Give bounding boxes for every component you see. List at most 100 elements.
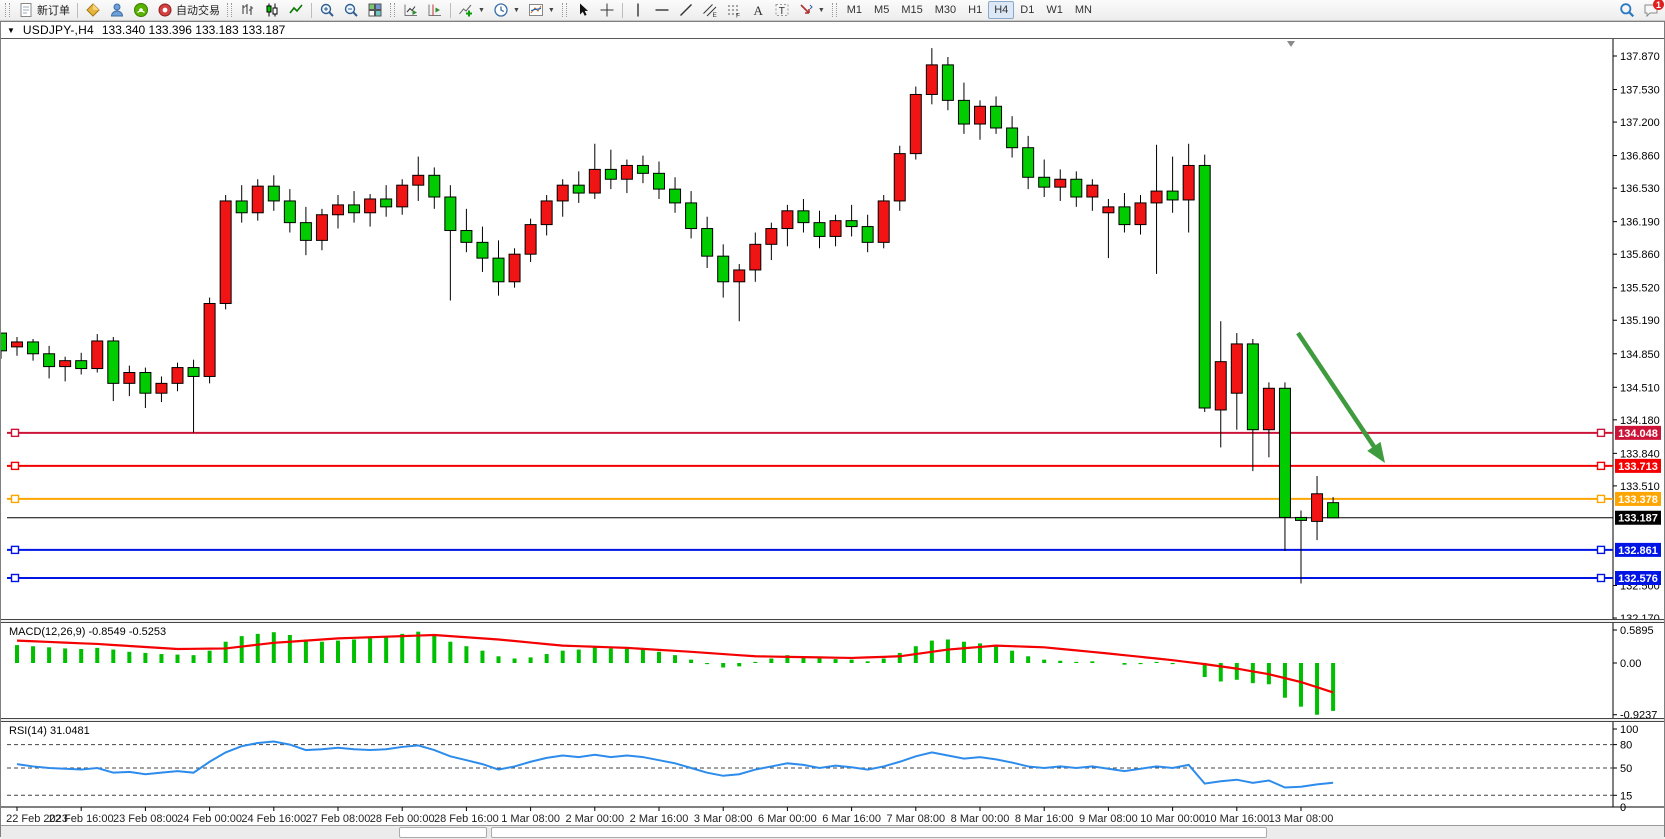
crosshair-button[interactable] [595,0,619,20]
equidistant-channel-button[interactable]: E [698,0,722,20]
candle-body [188,368,199,377]
candlestick-chart-button[interactable] [260,0,284,20]
candle-body [172,368,183,384]
trendline-button[interactable] [674,0,698,20]
status-field-main [491,827,1267,838]
rsi-axis-tick: 100 [1620,724,1638,736]
main-toolbar: 新订单自动交易▼▼▼EFAT▼M1M5M15M30H1H4D1W1MN1 [0,0,1665,21]
bar-chart-button[interactable] [236,0,260,20]
text-label-button[interactable]: T [770,0,794,20]
timeframe-m5[interactable]: M5 [868,1,895,19]
timeframe-m30[interactable]: M30 [929,1,962,19]
chevron-down-icon: ▼ [818,7,825,14]
timeframe-h4[interactable]: H4 [988,1,1014,19]
candle-body [878,201,889,242]
new-order-button[interactable]: 新订单 [14,0,74,20]
candle-body [1247,344,1258,430]
hline-handle[interactable] [1598,495,1605,502]
hline-handle[interactable] [12,495,19,502]
zoom-in-button[interactable] [315,0,339,20]
periods-button[interactable]: ▼ [489,0,524,20]
time-tick-label: 10 Mar 00:00 [1140,813,1205,825]
vertical-line-button[interactable] [626,0,650,20]
navigator-button[interactable] [105,0,129,20]
time-tick-label: 7 Mar 08:00 [886,813,945,825]
candle-body [92,341,103,369]
candle-body [1279,388,1290,517]
crosshair-icon [599,2,615,18]
price-tick-label: 137.200 [1620,117,1660,129]
hline-handle[interactable] [12,462,19,469]
candle-body [413,175,424,185]
notifications-button[interactable]: 1 [1639,0,1663,20]
auto-scroll-button[interactable] [399,0,423,20]
rsi-axis-tick: 0 [1620,802,1626,814]
toolbar-grip[interactable] [5,3,10,17]
hline-handle[interactable] [1598,429,1605,436]
button-label: 自动交易 [176,2,220,18]
candle-body [958,100,969,124]
cursor-button[interactable] [571,0,595,20]
horizontal-line-button[interactable] [650,0,674,20]
hline-handle[interactable] [12,574,19,581]
time-tick-label: 1 Mar 08:00 [501,813,560,825]
text-button[interactable]: A [746,0,770,20]
hline-handle[interactable] [1598,462,1605,469]
hline-handle[interactable] [1598,574,1605,581]
chart-window: ▼ USDJPY-,H4 133.340 133.396 133.183 133… [0,21,1665,837]
line-chart-button[interactable] [284,0,308,20]
candle-body [140,373,151,394]
price-label-text: 134.048 [1618,428,1658,440]
price-label-text: 133.713 [1618,461,1658,473]
candle-body [734,270,745,282]
time-tick-label: 3 Mar 08:00 [694,813,753,825]
candle-body [1103,207,1114,213]
indicators-button[interactable]: ▼ [454,0,489,20]
fibonacci-button[interactable]: F [722,0,746,20]
search-button[interactable] [1615,0,1639,20]
timeframe-mn[interactable]: MN [1069,1,1098,19]
templates-button[interactable]: ▼ [524,0,559,20]
price-tick-label: 136.530 [1620,183,1660,195]
candle-body [1135,203,1146,225]
timeframe-h1[interactable]: H1 [962,1,988,19]
timeframe-m15[interactable]: M15 [895,1,928,19]
timeframe-w1[interactable]: W1 [1040,1,1069,19]
candle-body [718,256,729,282]
timeframe-label: D1 [1020,4,1034,16]
rsi-axis-tick: 50 [1620,763,1632,775]
candle-body [1087,185,1098,197]
price-tick-label: 134.180 [1620,415,1660,427]
chart-canvas[interactable]: 137.870137.530137.200136.860136.530136.1… [1,39,1664,825]
rsi-label: RSI(14) 31.0481 [9,725,90,737]
hline-handle[interactable] [12,546,19,553]
candle-body [1151,191,1162,203]
hline-handle[interactable] [12,429,19,436]
time-tick-label: 8 Mar 00:00 [951,813,1010,825]
candle-body [1,333,7,351]
zoom-out-button[interactable] [339,0,363,20]
market-watch-button[interactable] [81,0,105,20]
signal-icon [133,2,149,18]
toolbar-grip[interactable] [227,3,232,17]
chart-shift-button[interactable] [423,0,447,20]
time-tick-label: 28 Feb 00:00 [370,813,435,825]
arrows-button[interactable]: ▼ [794,0,829,20]
search-icon [1619,2,1635,18]
chevron-down-icon: ▼ [478,7,485,14]
toolbar-grip[interactable] [390,3,395,17]
timeframe-d1[interactable]: D1 [1014,1,1040,19]
autotrading-button[interactable]: 自动交易 [153,0,224,20]
toolbar-grip[interactable] [562,3,567,17]
tile-windows-button[interactable] [363,0,387,20]
signals-button[interactable] [129,0,153,20]
candle-body [1039,177,1050,187]
candle-body [28,342,39,354]
candle-body [589,169,600,193]
hline-handle[interactable] [1598,546,1605,553]
timeframe-m1[interactable]: M1 [841,1,868,19]
toolbar-grip[interactable] [832,3,837,17]
candle-body [1328,503,1339,518]
chart-title-bar[interactable]: ▼ USDJPY-,H4 133.340 133.396 133.183 133… [1,22,1664,39]
chart-dropdown-icon[interactable]: ▼ [7,26,15,35]
